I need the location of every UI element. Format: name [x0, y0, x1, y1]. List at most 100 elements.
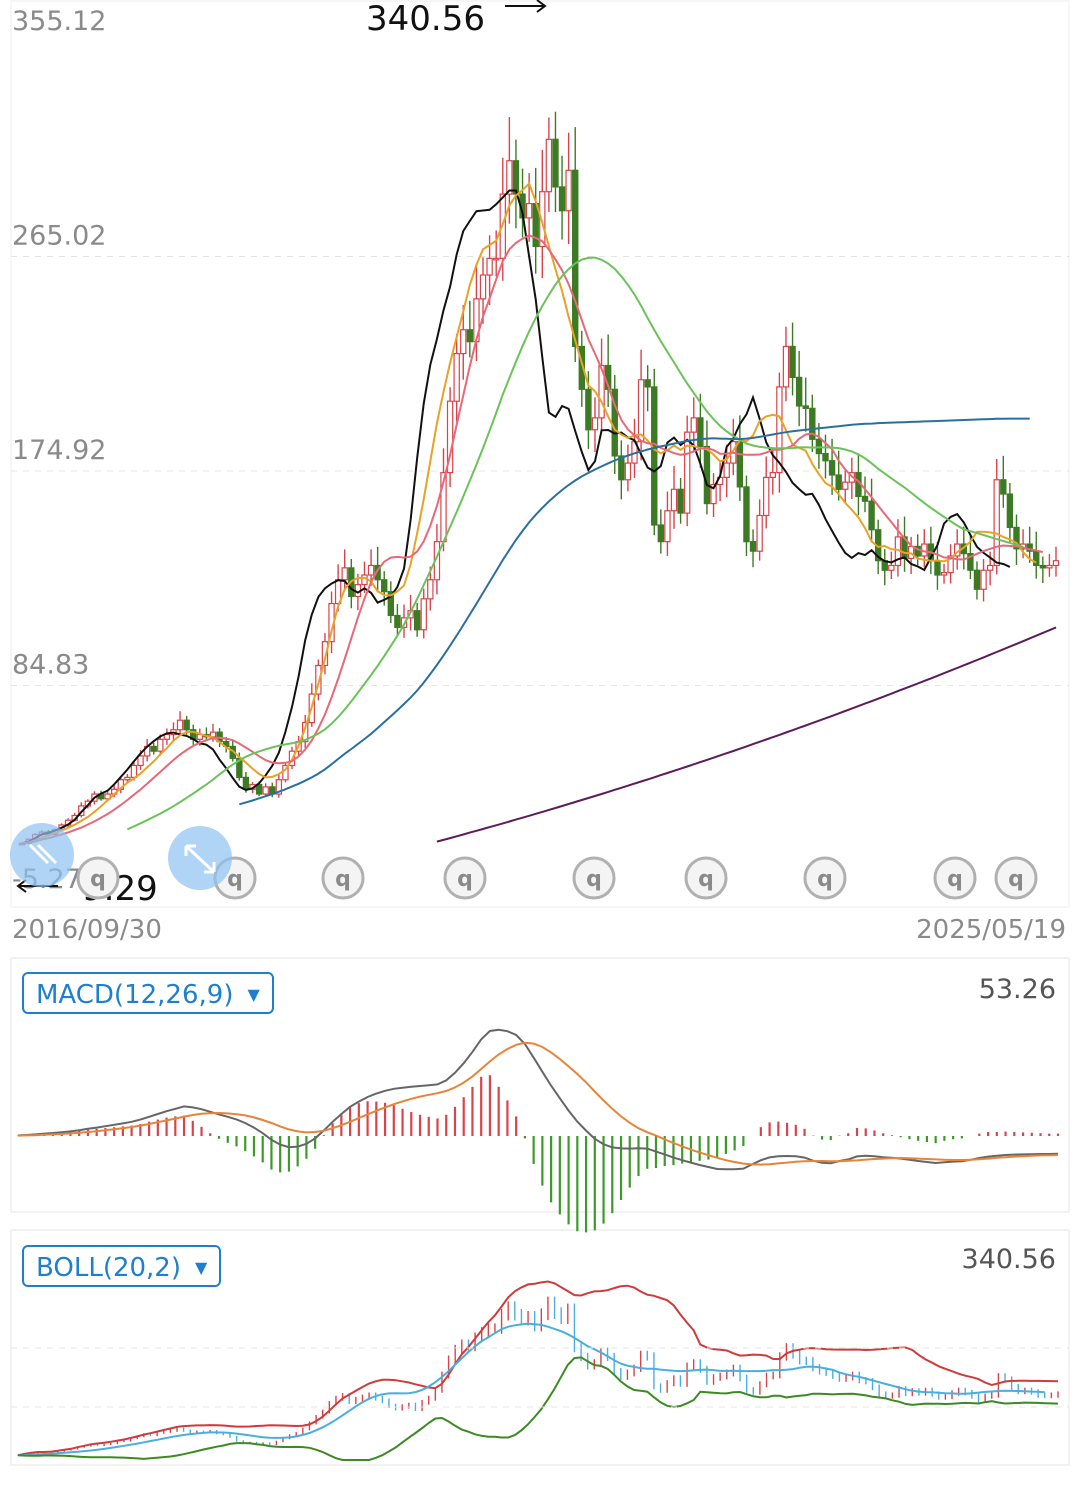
candle-body [1052, 560, 1060, 567]
candle-body [242, 776, 250, 790]
candle-body [183, 719, 190, 731]
candle-body [572, 169, 579, 348]
candle-body [492, 257, 500, 261]
candle-body [341, 567, 348, 581]
boll-selector-label: BOLL(20,2) [36, 1253, 181, 1283]
boll-candles [17, 1296, 1059, 1456]
candle-body [789, 345, 796, 378]
y-axis-tick-label: 355.12 [12, 6, 106, 37]
candle-body [420, 598, 427, 631]
ma-line-ma120 [436, 626, 1057, 843]
candle-body [697, 417, 704, 448]
candle-body [1000, 479, 1007, 495]
start-date-label: 2016/09/30 [12, 915, 162, 945]
macd-dea-line [17, 1041, 1059, 1166]
candles-group [18, 111, 1060, 846]
candle-body [637, 379, 645, 443]
candle-body [262, 786, 269, 795]
candle-body [150, 745, 157, 752]
candle-body [367, 564, 375, 576]
candle-body [677, 488, 684, 514]
high-annotation: 340.56 [366, 0, 485, 39]
candle-body [842, 481, 849, 490]
candle-body [130, 764, 138, 778]
candle-body [1046, 564, 1053, 569]
candle-body [940, 572, 948, 576]
candle-body [466, 329, 474, 343]
candle-body [828, 460, 836, 476]
candle-body [769, 472, 777, 478]
candle-body [644, 379, 651, 388]
candle-body [749, 541, 757, 552]
chevron-down-icon: ▼ [247, 985, 260, 1004]
macd-selector-label: MACD(12,26,9) [36, 980, 234, 1010]
candle-body [703, 445, 711, 505]
candle-body [670, 488, 678, 512]
dividend-marker-glyph: q [90, 867, 106, 892]
candle-body [545, 138, 553, 193]
y-axis-tick-label: 265.02 [12, 221, 106, 252]
candle-body [888, 564, 895, 571]
candle-body [802, 405, 809, 409]
candle-body [137, 755, 144, 767]
candle-body [822, 452, 829, 462]
candle-body [835, 474, 842, 490]
candle-body [664, 510, 671, 543]
candle-body [868, 500, 875, 531]
boll-value: 340.56 [962, 1244, 1056, 1275]
candle-body [479, 274, 487, 300]
candle-body [591, 417, 599, 431]
candle-body [157, 738, 164, 752]
candle-body [980, 569, 987, 590]
candle-body [525, 203, 533, 219]
dividend-marker-glyph: q [947, 867, 963, 892]
y-axis-tick-label: 174.92 [12, 435, 106, 466]
dividend-marker-glyph: q [817, 867, 833, 892]
dividend-marker-glyph: q [227, 867, 243, 892]
candle-body [427, 579, 434, 600]
candle-body [1033, 550, 1040, 567]
arrow-right-icon [505, 0, 547, 13]
candle-body [723, 462, 730, 478]
dividend-marker-glyph: q [335, 867, 351, 892]
boll-upper-line [17, 1280, 1059, 1457]
candle-body [651, 386, 658, 526]
candle-body [565, 169, 572, 212]
candle-body [624, 462, 632, 481]
candle-body [763, 476, 770, 517]
candle-body [552, 138, 559, 188]
candle-body [413, 610, 421, 631]
candle-body [986, 564, 994, 571]
candle-body [460, 329, 467, 355]
candle-body [973, 569, 981, 590]
macd-dif-line [17, 1028, 1059, 1171]
candle-body [683, 431, 691, 514]
candle-body [743, 486, 750, 543]
candle-body [934, 560, 941, 576]
candle-body [176, 719, 184, 731]
macd-value: 53.26 [979, 974, 1056, 1005]
candle-body [558, 186, 566, 212]
boll-mid-line [17, 1322, 1045, 1457]
candle-body [795, 376, 803, 407]
candle-body [782, 345, 790, 388]
macd-selector[interactable]: MACD(12,26,9) ▼ [22, 972, 274, 1014]
boll-lower-line [17, 1356, 1059, 1461]
candle-body [690, 417, 697, 433]
candle-body [657, 524, 665, 543]
candle-body [506, 160, 513, 195]
candle-body [585, 388, 592, 431]
candle-body [394, 614, 401, 628]
candle-body [1039, 564, 1047, 569]
macd-histogram [16, 1075, 1060, 1233]
end-date-label: 2025/05/19 [916, 915, 1066, 945]
chevron-down-icon: ▼ [195, 1258, 208, 1277]
candle-body [453, 352, 460, 402]
dividend-marker-glyph: q [457, 867, 473, 892]
candle-body [756, 514, 763, 552]
candle-body [512, 160, 520, 195]
boll-selector[interactable]: BOLL(20,2) ▼ [22, 1245, 222, 1287]
dividend-marker-glyph: q [1008, 867, 1024, 892]
candle-body [1006, 493, 1014, 528]
main-panel-frame [10, 0, 1070, 908]
